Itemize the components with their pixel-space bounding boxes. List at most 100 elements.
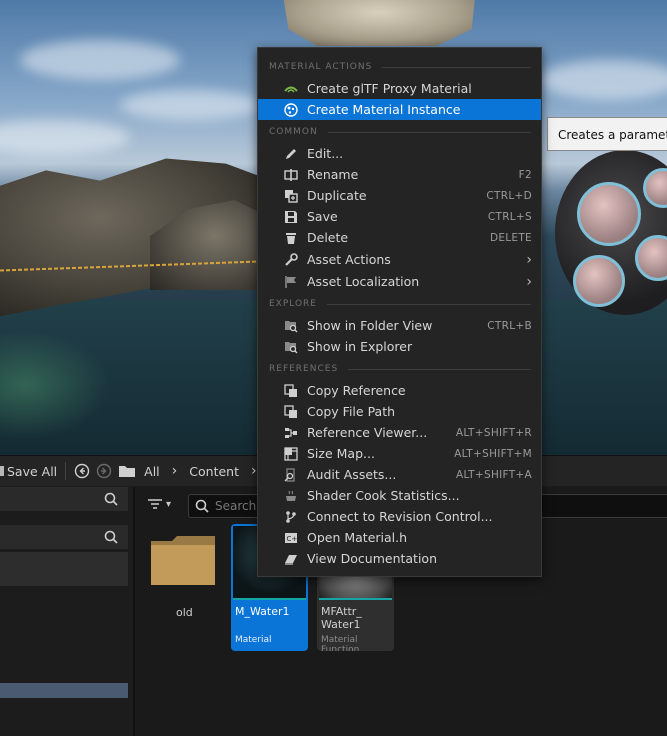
menu-item-delete[interactable]: Delete DELETE <box>258 227 541 248</box>
menu-item-audit-assets[interactable]: Audit Assets... ALT+SHIFT+A <box>258 464 541 485</box>
search-icon[interactable] <box>104 492 118 506</box>
breadcrumb-content[interactable]: Content <box>189 464 239 479</box>
menu-item-shader-cook-statistics[interactable]: Shader Cook Statistics... <box>258 485 541 506</box>
tooltip-text: Creates a parameter <box>558 128 667 142</box>
wrench-icon <box>283 252 299 268</box>
sphere-knob <box>577 182 641 246</box>
duplicate-icon <box>283 188 299 204</box>
favorites-header[interactable] <box>0 487 128 511</box>
filter-button[interactable]: ▾ <box>147 497 171 511</box>
flag-icon <box>283 274 299 290</box>
section-label: MATERIAL ACTIONS <box>269 62 373 72</box>
menu-item-rename[interactable]: Rename F2 <box>258 164 541 185</box>
copy-icon <box>283 383 299 399</box>
menu-item-label: Create Material Instance <box>307 102 461 117</box>
search-icon <box>195 499 209 513</box>
size-map-icon <box>283 446 299 462</box>
asset-type: Material Function <box>321 635 360 651</box>
audit-icon <box>283 467 299 483</box>
menu-item-label: Show in Folder View <box>307 318 433 333</box>
menu-item-label: Copy File Path <box>307 404 396 419</box>
tooltip: Creates a parameter <box>547 117 667 151</box>
sphere-mesh <box>555 150 667 315</box>
material-instance-icon <box>283 102 299 118</box>
folder-tree-item-selected[interactable] <box>0 683 128 698</box>
menu-item-show-in-folder-view[interactable]: Show in Folder View CTRL+B <box>258 315 541 336</box>
save-icon <box>0 466 4 476</box>
menu-item-save[interactable]: Save CTRL+S <box>258 206 541 227</box>
divider <box>382 66 531 68</box>
menu-item-label: Asset Localization <box>307 274 420 289</box>
menu-item-reference-viewer[interactable]: Reference Viewer... ALT+SHIFT+R <box>258 422 541 443</box>
asset-type: Material <box>235 635 272 645</box>
menu-item-label: Show in Explorer <box>307 339 413 354</box>
menu-item-shortcut: CTRL+B <box>487 319 532 332</box>
folder-icon <box>119 466 136 477</box>
sphere-knob <box>643 168 667 208</box>
cook-icon <box>283 488 299 504</box>
forward-button[interactable] <box>96 463 112 479</box>
section-label: COMMON <box>269 127 318 137</box>
menu-item-shortcut: CTRL+S <box>487 210 532 223</box>
asset-name: MFAttr_ Water1 <box>321 605 362 631</box>
section-label: EXPLORE <box>269 299 317 309</box>
arrow-left-circle-icon <box>74 463 90 479</box>
folder-icon <box>151 536 215 585</box>
menu-item-view-documentation[interactable]: View Documentation <box>258 548 541 569</box>
asset-type-underline <box>233 598 306 600</box>
cloud <box>120 90 260 120</box>
menu-item-label: Audit Assets... <box>307 467 397 482</box>
menu-item-edit[interactable]: Edit... <box>258 143 541 164</box>
filter-icon <box>148 499 162 509</box>
menu-item-copy-file-path[interactable]: Copy File Path <box>258 401 541 422</box>
back-button[interactable] <box>74 463 90 479</box>
breadcrumb-all[interactable]: All <box>144 464 160 479</box>
menu-item-duplicate[interactable]: Duplicate CTRL+D <box>258 185 541 206</box>
folder-search-icon <box>283 339 299 355</box>
menu-item-label: Shader Cook Statistics... <box>307 488 460 503</box>
menu-item-create-gltf-proxy-material[interactable]: Create glTF Proxy Material <box>258 78 541 99</box>
section-label: REFERENCES <box>269 364 339 374</box>
asset-type-underline <box>319 598 392 600</box>
menu-item-label: Save <box>307 209 338 224</box>
menu-item-label: Create glTF Proxy Material <box>307 81 472 96</box>
folder-icon[interactable] <box>118 464 136 478</box>
menu-item-open-material-h[interactable]: C+ Open Material.h <box>258 527 541 548</box>
section-header-references: REFERENCES <box>269 362 531 376</box>
search-icon[interactable] <box>104 530 118 544</box>
menu-item-label: Edit... <box>307 146 344 161</box>
menu-item-connect-revision-control[interactable]: Connect to Revision Control... <box>258 506 541 527</box>
chevron-right-icon: › <box>526 251 532 268</box>
section-header-common: COMMON <box>269 125 531 139</box>
folder-tree-item[interactable] <box>0 552 128 586</box>
folder-tile[interactable]: old <box>147 527 221 652</box>
menu-item-shortcut: ALT+SHIFT+M <box>454 447 532 460</box>
branch-icon <box>283 509 299 525</box>
menu-item-asset-actions[interactable]: Asset Actions › <box>258 249 541 270</box>
menu-item-label: Size Map... <box>307 446 375 461</box>
menu-item-size-map[interactable]: Size Map... ALT+SHIFT+M <box>258 443 541 464</box>
menu-item-copy-reference[interactable]: Copy Reference <box>258 380 541 401</box>
copy-icon <box>283 404 299 420</box>
menu-item-shortcut: ALT+SHIFT+A <box>455 468 532 481</box>
cloud <box>540 60 667 100</box>
cpp-file-icon: C+ <box>283 530 299 546</box>
save-all-label: Save All <box>7 463 58 479</box>
divider <box>327 303 531 305</box>
menu-item-label: Rename <box>307 167 359 182</box>
arrow-right-circle-icon <box>96 463 112 479</box>
cloud <box>0 120 130 155</box>
menu-item-show-in-explorer[interactable]: Show in Explorer <box>258 336 541 357</box>
menu-item-label: Connect to Revision Control... <box>307 509 493 524</box>
menu-item-asset-localization[interactable]: Asset Localization › <box>258 271 541 292</box>
menu-item-label: Open Material.h <box>307 530 408 545</box>
save-all-button[interactable]: Save All <box>0 464 57 479</box>
menu-item-label: Duplicate <box>307 188 367 203</box>
cloud <box>20 40 180 80</box>
menu-item-label: Delete <box>307 230 349 245</box>
project-header[interactable] <box>0 525 128 549</box>
chevron-right-icon: › <box>171 463 178 479</box>
context-menu: MATERIAL ACTIONS Create glTF Proxy Mater… <box>257 47 542 577</box>
menu-item-create-material-instance[interactable]: Create Material Instance <box>258 99 541 120</box>
chevron-right-icon: › <box>250 463 257 479</box>
